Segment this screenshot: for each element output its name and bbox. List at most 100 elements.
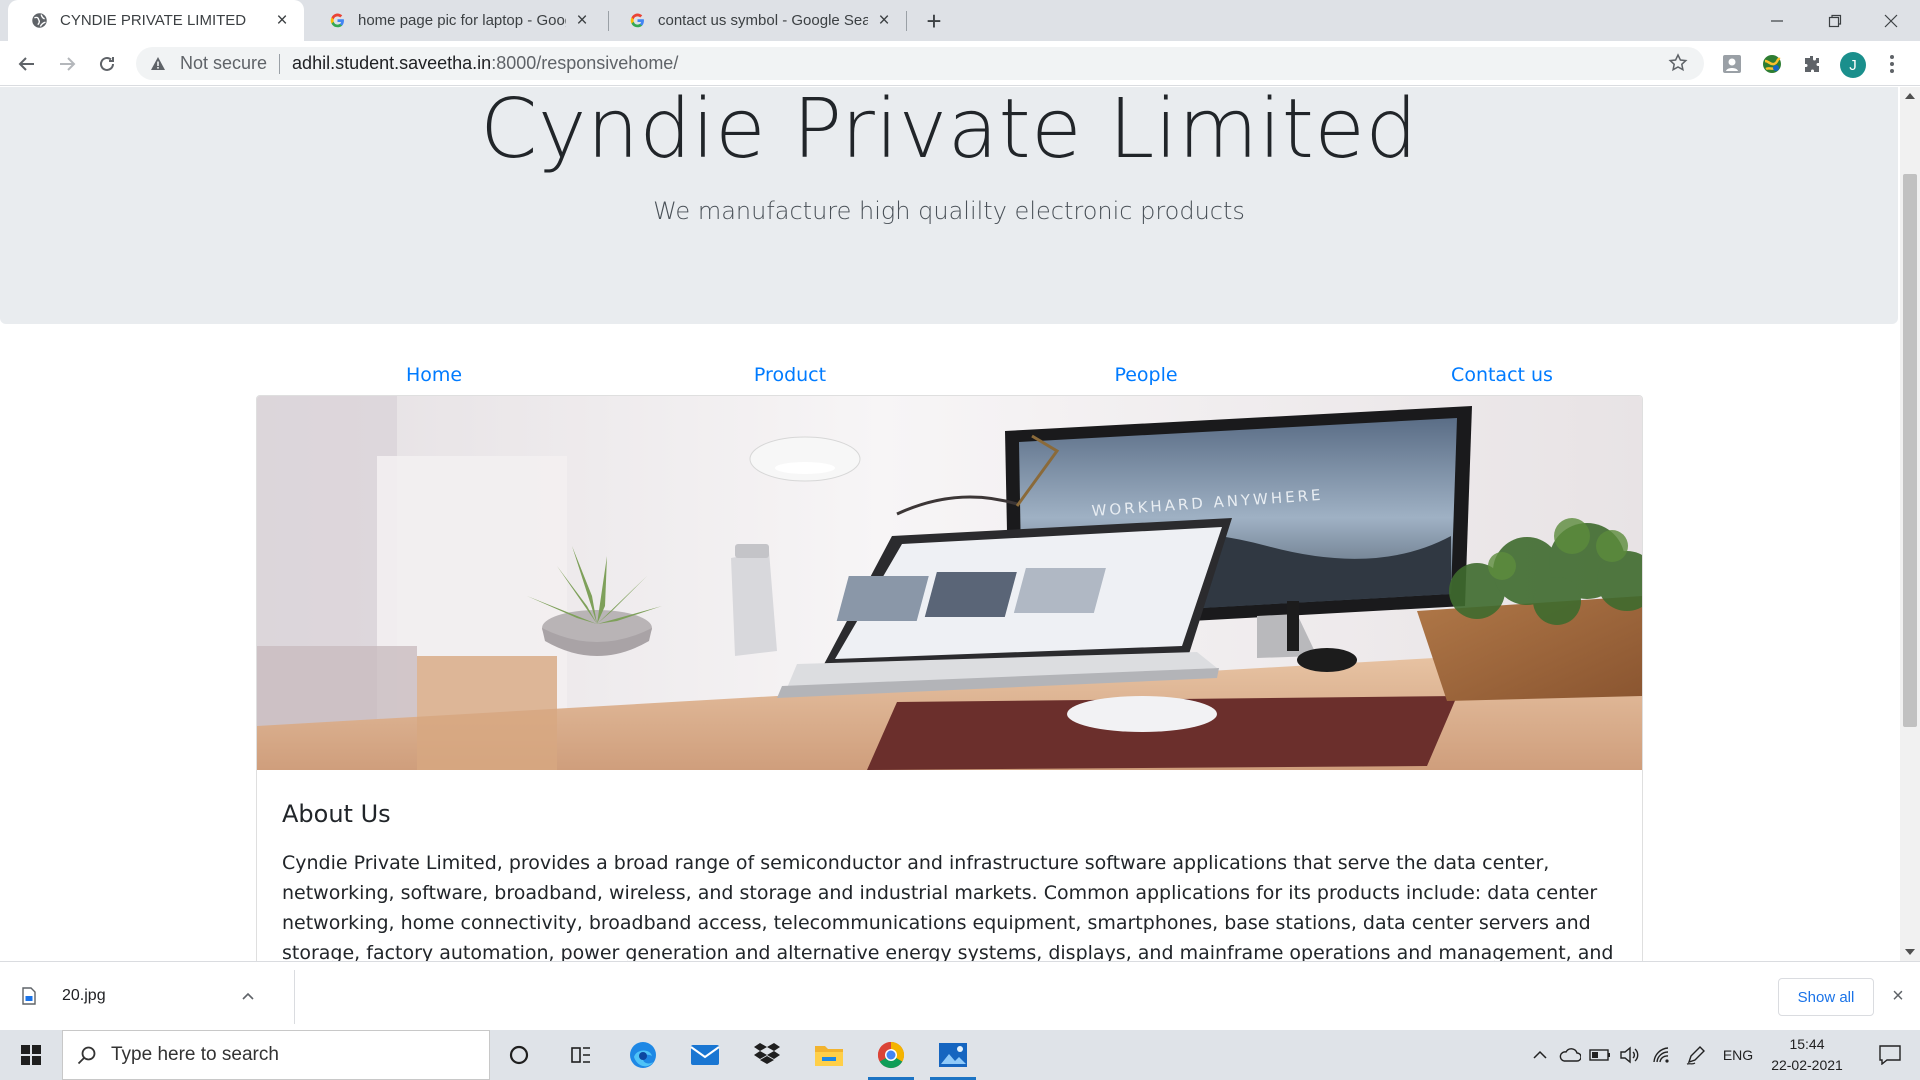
tray-notifications[interactable] [1862,1030,1918,1080]
menu-kebab-icon[interactable] [1880,52,1904,76]
download-filename: 20.jpg [62,987,106,1004]
tab-title: home page pic for laptop - Goog [358,12,566,29]
tray-show-hidden-icons[interactable] [1528,1030,1552,1080]
restore-button[interactable] [1806,0,1864,41]
folder-icon [815,1046,843,1066]
tab-separator [906,11,907,31]
download-item[interactable]: 20.jpg [22,974,254,1018]
hero-image-desk-laptop: WORKHARD ANYWHERE [257,396,1642,770]
extension-globe-icon[interactable] [1760,52,1784,76]
extensions-puzzle-icon[interactable] [1800,52,1824,76]
url-host: adhil.student.saveetha.in [292,53,492,73]
forward-button[interactable] [52,49,82,79]
globe-icon [30,12,48,30]
close-icon[interactable]: × [874,10,894,31]
close-window-button[interactable] [1862,0,1920,41]
scroll-down-arrow-icon[interactable] [1905,949,1915,955]
back-button[interactable] [12,49,42,79]
show-all-button[interactable]: Show all [1778,978,1874,1016]
cortana-button[interactable] [490,1030,548,1080]
photos-icon [939,1043,967,1067]
battery-icon [1589,1049,1610,1061]
tab-home-page-pic[interactable]: home page pic for laptop - Goog × [306,0,604,41]
scroll-up-arrow-icon[interactable] [1905,93,1915,99]
nav-link-contact-us[interactable]: Contact us [1324,360,1680,390]
task-view-button[interactable] [552,1030,610,1080]
cortana-circle-icon [509,1045,529,1065]
close-icon [1884,14,1898,27]
windows-taskbar: Type here to search ENG 15:44 22-02-2021 [0,1030,1920,1080]
close-icon[interactable]: × [1886,984,1910,1008]
main-nav: Home Product People Contact us [256,360,1680,390]
clock-time: 15:44 [1789,1036,1825,1052]
speaker-icon [1620,1046,1639,1064]
browser-toolbar: Not secure adhil.student.saveetha.in:800… [0,41,1920,86]
taskbar-photos[interactable] [924,1030,982,1080]
about-heading: About Us [282,800,391,828]
taskbar-dropbox[interactable] [738,1030,796,1080]
reload-button[interactable] [92,49,122,79]
new-tab-button[interactable]: + [921,6,947,36]
file-icon [22,985,44,1007]
minimize-icon [1771,19,1783,22]
scrollbar-thumb[interactable] [1903,174,1917,727]
search-placeholder: Type here to search [111,1044,279,1065]
shelf-divider [294,970,295,1024]
security-label[interactable]: Not secure [180,53,267,74]
windows-logo-icon [21,1045,41,1065]
bookmark-star-icon[interactable] [1668,53,1690,75]
back-arrow-icon [18,57,34,71]
edge-browser-icon [630,1042,656,1068]
about-text: Cyndie Private Limited, provides a broad… [282,852,1614,961]
nav-link-people[interactable]: People [968,360,1324,390]
tab-cyndie-private-limited[interactable]: CYNDIE PRIVATE LIMITED × [8,0,304,41]
url-path: :8000/responsivehome/ [491,53,679,73]
reload-icon [100,56,114,71]
omnibox-divider [279,53,281,74]
search-icon [77,1046,96,1065]
page-scrollbar[interactable] [1900,87,1920,961]
jumbotron-header: Cyndie Private Limited We manufacture hi… [0,87,1898,324]
notification-icon [1879,1045,1901,1065]
start-button[interactable] [0,1030,62,1080]
task-view-icon [571,1047,590,1063]
google-icon [328,12,346,30]
chevron-up-icon[interactable] [242,992,254,1000]
chevron-up-icon [1533,1050,1547,1059]
profile-initial: J [1840,52,1866,78]
minimize-button[interactable] [1748,0,1806,41]
about-card: WORKHARD ANYWHERE About Us Cyndie Privat… [256,395,1643,961]
profile-avatar[interactable]: J [1838,50,1868,80]
mail-icon [690,1045,720,1065]
taskbar-edge[interactable] [614,1030,672,1080]
warning-triangle-icon[interactable] [150,55,168,73]
page-viewport: Cyndie Private Limited We manufacture hi… [0,87,1900,961]
taskbar-chrome[interactable] [862,1030,920,1080]
wifi-icon [1653,1047,1669,1063]
page-tagline: We manufacture high qualilty electronic … [653,197,1245,225]
address-bar[interactable]: Not secure adhil.student.saveetha.in:800… [136,47,1704,80]
tray-onedrive[interactable] [1556,1030,1584,1080]
tray-battery[interactable] [1586,1030,1614,1080]
cloud-icon [1559,1048,1581,1062]
browser-tab-strip: CYNDIE PRIVATE LIMITED × home page pic f… [0,0,1920,41]
taskbar-search-box[interactable]: Type here to search [62,1030,490,1080]
nav-link-product[interactable]: Product [612,360,968,390]
taskbar-file-explorer[interactable] [800,1030,858,1080]
close-icon[interactable]: × [572,10,592,31]
extension-contacts-icon[interactable] [1720,52,1744,76]
tray-wifi[interactable] [1648,1030,1676,1080]
taskbar-mail[interactable] [676,1030,734,1080]
clock-date: 22-02-2021 [1771,1057,1843,1073]
tray-pen[interactable] [1682,1030,1710,1080]
tab-contact-us-symbol[interactable]: contact us symbol - Google Sear × [606,0,906,41]
about-section: About Us Cyndie Private Limited, provide… [282,800,1622,961]
close-icon[interactable]: × [272,10,292,31]
taskbar-clock[interactable]: 15:44 22-02-2021 [1762,1034,1852,1076]
tab-title: CYNDIE PRIVATE LIMITED [60,12,247,29]
page-title: Cyndie Private Limited [480,87,1418,177]
tray-language[interactable]: ENG [1718,1030,1758,1080]
tray-volume[interactable] [1616,1030,1644,1080]
nav-link-home[interactable]: Home [256,360,612,390]
tab-title: contact us symbol - Google Sear [658,12,868,29]
